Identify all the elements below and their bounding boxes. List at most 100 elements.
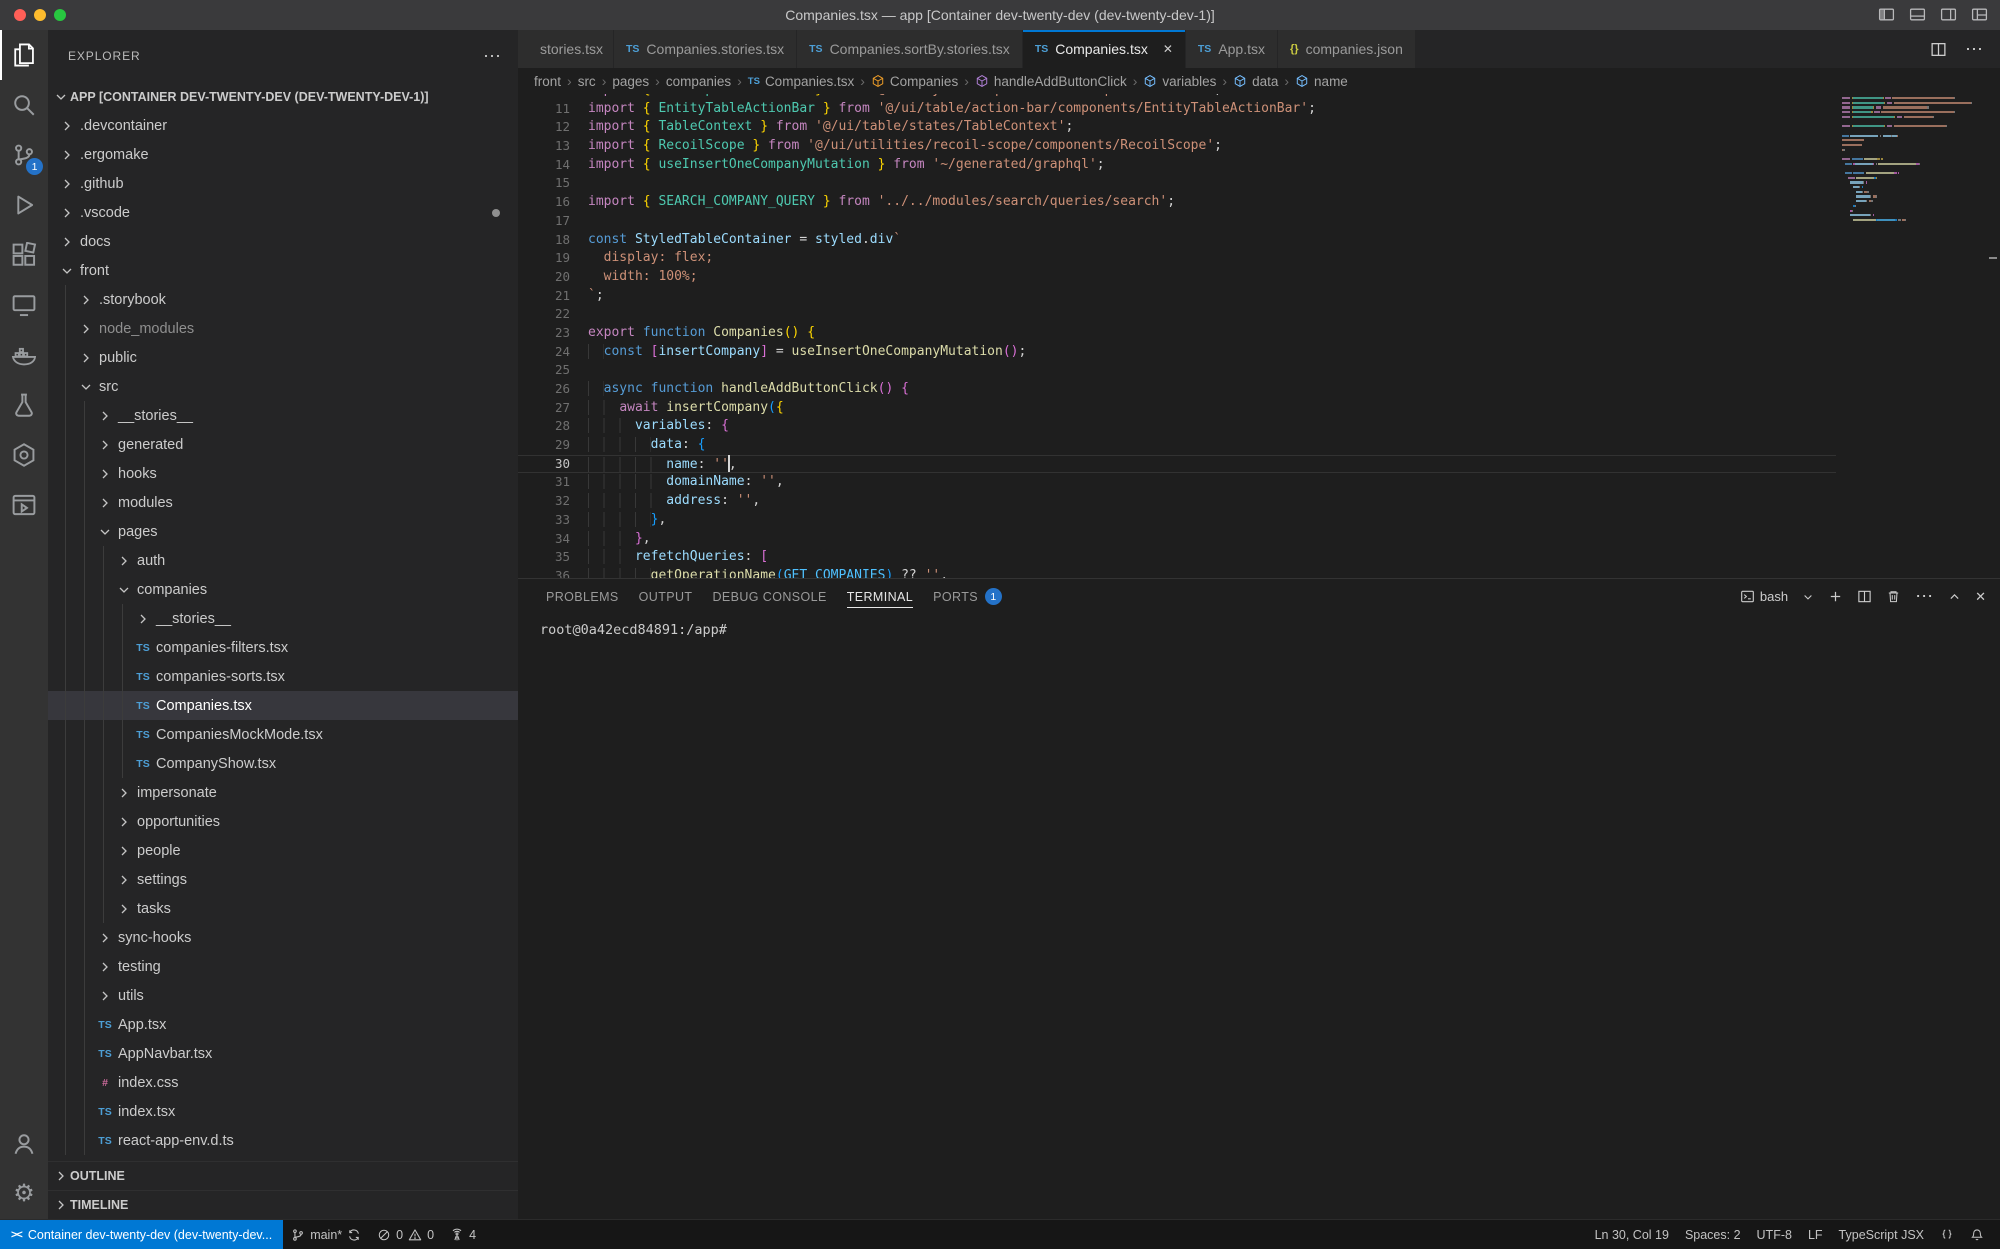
tab-companies-tsx[interactable]: TSCompanies.tsx✕ bbox=[1023, 30, 1186, 68]
code-line-29[interactable]: 29 data: { bbox=[518, 436, 1836, 455]
tab-companies-sortby-stories-tsx[interactable]: TSCompanies.sortBy.stories.tsx bbox=[797, 30, 1023, 68]
problems-status[interactable]: 0 0 bbox=[369, 1220, 442, 1249]
tree-item-tasks[interactable]: tasks bbox=[48, 894, 518, 923]
maximize-panel-chevron-icon[interactable] bbox=[1948, 590, 1961, 603]
customize-layout-icon[interactable] bbox=[1971, 6, 1988, 23]
tree-item-hooks[interactable]: hooks bbox=[48, 459, 518, 488]
tree-item-generated[interactable]: generated bbox=[48, 430, 518, 459]
code-line-13[interactable]: 13import { RecoilScope } from '@/ui/util… bbox=[518, 137, 1836, 156]
toggle-secondary-sidebar-icon[interactable] bbox=[1940, 6, 1957, 23]
code-line-32[interactable]: 32 address: '', bbox=[518, 492, 1836, 511]
breadcrumb-name[interactable]: name bbox=[1295, 74, 1348, 89]
section-timeline[interactable]: TIMELINE bbox=[48, 1190, 518, 1219]
account-icon[interactable] bbox=[0, 1119, 48, 1169]
tree-item-testing[interactable]: testing bbox=[48, 952, 518, 981]
code-line-34[interactable]: 34 }, bbox=[518, 530, 1836, 549]
code-line-19[interactable]: 19 display: flex; bbox=[518, 249, 1836, 268]
ports-status[interactable]: 4 bbox=[442, 1220, 484, 1249]
live-preview-icon[interactable] bbox=[0, 480, 48, 530]
indentation-status[interactable]: Spaces: 2 bbox=[1677, 1220, 1749, 1249]
tree-item-public[interactable]: public bbox=[48, 343, 518, 372]
tree-item-pages[interactable]: pages bbox=[48, 517, 518, 546]
tree-item-github[interactable]: .github bbox=[48, 169, 518, 198]
code-line-36[interactable]: 36 getOperationName(GET_COMPANIES) ?? ''… bbox=[518, 567, 1836, 578]
tree-item-ergomake[interactable]: .ergomake bbox=[48, 140, 518, 169]
breadcrumb-companies-tsx[interactable]: TSCompanies.tsx bbox=[748, 74, 854, 89]
search-icon[interactable] bbox=[0, 80, 48, 130]
code-line-12[interactable]: 12import { TableContext } from '@/ui/tab… bbox=[518, 118, 1836, 137]
code-line-31[interactable]: 31 domainName: '', bbox=[518, 473, 1836, 492]
code-line-21[interactable]: 21`; bbox=[518, 287, 1836, 306]
panel-tab-output[interactable]: OUTPUT bbox=[629, 579, 703, 614]
tree-item-src[interactable]: src bbox=[48, 372, 518, 401]
launch-profile-chevron-icon[interactable] bbox=[1802, 591, 1814, 603]
tree-item-settings[interactable]: settings bbox=[48, 865, 518, 894]
new-terminal-icon[interactable] bbox=[1828, 589, 1843, 604]
tree-item-storybook[interactable]: .storybook bbox=[48, 285, 518, 314]
code-line-18[interactable]: 18const StyledTableContainer = styled.di… bbox=[518, 231, 1836, 250]
settings-gear-icon[interactable]: ⚙ bbox=[0, 1169, 48, 1219]
extensions-icon[interactable] bbox=[0, 230, 48, 280]
code-line-33[interactable]: 33 }, bbox=[518, 511, 1836, 530]
tab-app-tsx[interactable]: TSApp.tsx bbox=[1186, 30, 1278, 68]
tree-item-appnavbar-tsx[interactable]: TSAppNavbar.tsx bbox=[48, 1039, 518, 1068]
run-and-debug-icon[interactable] bbox=[0, 180, 48, 230]
eol-status[interactable]: LF bbox=[1800, 1220, 1831, 1249]
remote-explorer-icon[interactable] bbox=[0, 280, 48, 330]
explorer-icon[interactable] bbox=[0, 30, 48, 80]
code-line-11[interactable]: 11import { EntityTableActionBar } from '… bbox=[518, 100, 1836, 119]
code-line-24[interactable]: 24 const [insertCompany] = useInsertOneC… bbox=[518, 343, 1836, 362]
tree-item-companies-sorts-tsx[interactable]: TScompanies-sorts.tsx bbox=[48, 662, 518, 691]
tree-item-utils[interactable]: utils bbox=[48, 981, 518, 1010]
breadcrumb-front[interactable]: front bbox=[534, 74, 561, 89]
breadcrumb-handleaddbuttonclick[interactable]: handleAddButtonClick bbox=[975, 74, 1127, 89]
source-control-icon[interactable]: 1 bbox=[0, 130, 48, 180]
tree-item-companies-tsx[interactable]: TSCompanies.tsx bbox=[48, 691, 518, 720]
split-editor-icon[interactable] bbox=[1930, 41, 1947, 58]
breadcrumb-data[interactable]: data bbox=[1233, 74, 1278, 89]
breadcrumb-src[interactable]: src bbox=[578, 74, 596, 89]
kill-terminal-trash-icon[interactable] bbox=[1886, 589, 1901, 604]
code-line-27[interactable]: 27 await insertCompany({ bbox=[518, 399, 1836, 418]
code-line-15[interactable]: 15 bbox=[518, 174, 1836, 193]
views-more-actions-icon[interactable]: ⋯ bbox=[483, 46, 502, 67]
tree-item-node-modules[interactable]: node_modules bbox=[48, 314, 518, 343]
zoom-window-button[interactable] bbox=[54, 9, 66, 21]
cursor-position[interactable]: Ln 30, Col 19 bbox=[1587, 1220, 1677, 1249]
tree-item-auth[interactable]: auth bbox=[48, 546, 518, 575]
editor-scrollbar[interactable] bbox=[1986, 94, 2000, 578]
tab-companies-stories-tsx[interactable]: TSCompanies.stories.tsx bbox=[614, 30, 797, 68]
tree-item-react-app-env-d-ts[interactable]: TSreact-app-env.d.ts bbox=[48, 1126, 518, 1155]
code-line-16[interactable]: 16import { SEARCH_COMPANY_QUERY } from '… bbox=[518, 193, 1836, 212]
panel-tab-ports[interactable]: PORTS1 bbox=[923, 579, 1012, 614]
tree-item-app-tsx[interactable]: TSApp.tsx bbox=[48, 1010, 518, 1039]
toggle-panel-icon[interactable] bbox=[1909, 6, 1926, 23]
tree-item-vscode[interactable]: .vscode bbox=[48, 198, 518, 227]
terminal[interactable]: root@0a42ecd84891:/app# bbox=[518, 614, 2000, 1219]
panel-more-actions-icon[interactable]: ⋯ bbox=[1915, 586, 1934, 607]
tree-item-index-css[interactable]: #index.css bbox=[48, 1068, 518, 1097]
panel-tab-terminal[interactable]: TERMINAL bbox=[837, 579, 923, 614]
code-line-23[interactable]: 23export function Companies() { bbox=[518, 324, 1836, 343]
tree-item-opportunities[interactable]: opportunities bbox=[48, 807, 518, 836]
split-terminal-icon[interactable] bbox=[1857, 589, 1872, 604]
code-line-25[interactable]: 25 bbox=[518, 361, 1836, 380]
tree-item-sync-hooks[interactable]: sync-hooks bbox=[48, 923, 518, 952]
tree-item-companies[interactable]: companies bbox=[48, 575, 518, 604]
test-beaker-icon[interactable] bbox=[0, 380, 48, 430]
branch-status[interactable]: main* bbox=[283, 1220, 369, 1249]
close-icon[interactable]: ✕ bbox=[1163, 42, 1173, 56]
code-line-35[interactable]: 35 refetchQueries: [ bbox=[518, 548, 1836, 567]
close-window-button[interactable] bbox=[14, 9, 26, 21]
code-area[interactable]: 10import { WithTopBarContainer } from '@… bbox=[518, 94, 1836, 578]
tree-item-devcontainer[interactable]: .devcontainer bbox=[48, 111, 518, 140]
tree-item-companyshow-tsx[interactable]: TSCompanyShow.tsx bbox=[48, 749, 518, 778]
code-line-28[interactable]: 28 variables: { bbox=[518, 417, 1836, 436]
tree-item-modules[interactable]: modules bbox=[48, 488, 518, 517]
remote-indicator[interactable]: >< Container dev-twenty-dev (dev-twenty-… bbox=[0, 1220, 283, 1249]
language-mode[interactable]: TypeScript JSX bbox=[1831, 1220, 1932, 1249]
tree-item-stories[interactable]: __stories__ bbox=[48, 604, 518, 633]
close-panel-icon[interactable]: ✕ bbox=[1975, 589, 1986, 605]
encoding-status[interactable]: UTF-8 bbox=[1749, 1220, 1800, 1249]
code-line-22[interactable]: 22 bbox=[518, 305, 1836, 324]
